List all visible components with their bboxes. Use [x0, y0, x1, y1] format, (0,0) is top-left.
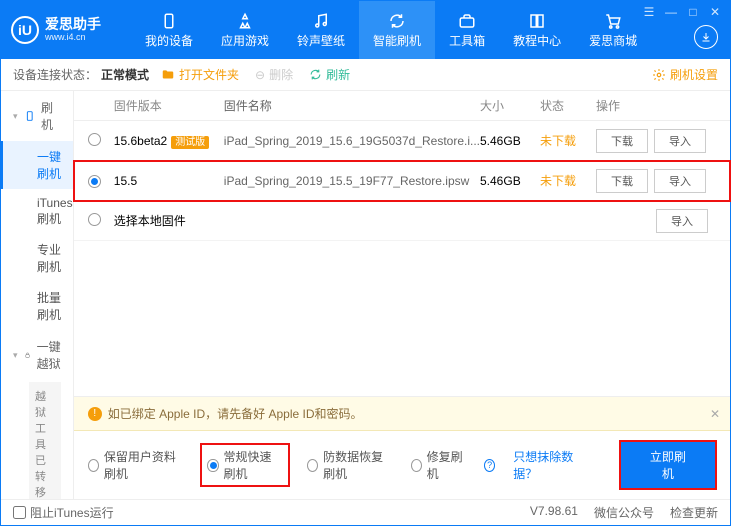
nav-apps[interactable]: 应用游戏 — [207, 1, 283, 59]
chevron-down-icon: ▾ — [13, 111, 18, 122]
phone-icon — [24, 109, 36, 123]
logo: iU 爱思助手 www.i4.cn — [11, 16, 101, 44]
download-button[interactable]: 下载 — [596, 169, 648, 193]
table-row[interactable]: 15.6beta2测试版 iPad_Spring_2019_15.6_19G50… — [74, 121, 730, 161]
logo-icon: iU — [11, 16, 39, 44]
sidebar-pro-flash[interactable]: 专业刷机 — [1, 234, 73, 282]
import-button[interactable]: 导入 — [656, 209, 708, 233]
brand-name: 爱思助手 — [45, 17, 101, 32]
main-content: 固件版本 固件名称 大小 状态 操作 15.6beta2测试版 iPad_Spr… — [74, 91, 730, 499]
menu-button[interactable]: ☰ — [642, 5, 656, 19]
delete-icon: ⊖ — [255, 68, 265, 82]
table-header: 固件版本 固件名称 大小 状态 操作 — [74, 91, 730, 121]
minimize-button[interactable]: — — [664, 5, 678, 19]
row-radio[interactable] — [88, 133, 101, 146]
download-indicator-icon[interactable] — [694, 25, 718, 49]
group-flash[interactable]: ▾刷机 — [1, 91, 73, 141]
maximize-button[interactable]: □ — [686, 5, 700, 19]
mode-quick[interactable]: 常规快速刷机 — [201, 444, 289, 486]
refresh-icon — [309, 68, 322, 81]
sidebar-batch-flash[interactable]: 批量刷机 — [1, 282, 73, 330]
block-itunes-checkbox[interactable]: 阻止iTunes运行 — [13, 504, 114, 521]
appleid-alert: ! 如已绑定 Apple ID，请先备好 Apple ID和密码。 ✕ — [74, 397, 730, 431]
close-button[interactable]: ✕ — [708, 5, 722, 19]
folder-icon — [161, 68, 175, 82]
import-button[interactable]: 导入 — [654, 169, 706, 193]
sidebar-itunes-flash[interactable]: iTunes刷机 — [1, 189, 73, 234]
wechat-link[interactable]: 微信公众号 — [594, 504, 654, 521]
flash-settings-button[interactable]: 刷机设置 — [652, 66, 718, 83]
nav-store[interactable]: 爱思商城 — [575, 1, 651, 59]
refresh-icon — [388, 12, 406, 30]
check-update-link[interactable]: 检查更新 — [670, 504, 718, 521]
gear-icon — [652, 68, 666, 82]
flash-options: 保留用户资料刷机 常规快速刷机 防数据恢复刷机 修复刷机 ? 只想抹除数据？ 立… — [74, 431, 730, 499]
cart-icon — [604, 12, 622, 30]
nav-flash[interactable]: 智能刷机 — [359, 1, 435, 59]
app-icon — [236, 12, 254, 30]
chevron-down-icon: ▾ — [13, 350, 18, 361]
sidebar-oneclick-flash[interactable]: 一键刷机 — [1, 141, 73, 189]
jailbreak-note: 越狱工具已转移至工具箱 — [29, 382, 61, 499]
import-button[interactable]: 导入 — [654, 129, 706, 153]
app-header: iU 爱思助手 www.i4.cn 我的设备 应用游戏 铃声壁纸 智能刷机 工具… — [1, 1, 730, 59]
refresh-button[interactable]: 刷新 — [309, 66, 350, 83]
top-nav: 我的设备 应用游戏 铃声壁纸 智能刷机 工具箱 教程中心 爱思商城 — [131, 1, 651, 59]
group-jailbreak[interactable]: ▾一键越狱 — [1, 330, 73, 380]
delete-button[interactable]: ⊖删除 — [255, 66, 293, 83]
nav-ringtones[interactable]: 铃声壁纸 — [283, 1, 359, 59]
sidebar: ▾刷机 一键刷机 iTunes刷机 专业刷机 批量刷机 ▾一键越狱 越狱工具已转… — [1, 91, 74, 499]
connection-status: 设备连接状态：正常模式 — [1, 59, 149, 90]
flash-now-button[interactable]: 立即刷机 — [620, 441, 716, 489]
warning-icon: ! — [88, 407, 102, 421]
open-folder-button[interactable]: 打开文件夹 — [161, 66, 239, 83]
info-icon[interactable]: ? — [484, 459, 495, 472]
version-label: V7.98.61 — [530, 504, 578, 521]
row-radio[interactable] — [88, 175, 101, 188]
music-icon — [312, 12, 330, 30]
window-controls: ☰ — □ ✕ — [642, 5, 722, 19]
phone-icon — [160, 12, 178, 30]
sub-header: 设备连接状态：正常模式 打开文件夹 ⊖删除 刷新 刷机设置 — [1, 59, 730, 91]
local-firmware-row[interactable]: 选择本地固件 导入 — [74, 201, 730, 241]
row-radio[interactable] — [88, 213, 101, 226]
download-button[interactable]: 下载 — [596, 129, 648, 153]
status-bar: 阻止iTunes运行 V7.98.61 微信公众号 检查更新 — [1, 499, 730, 525]
brand-url: www.i4.cn — [45, 33, 101, 43]
nav-toolbox[interactable]: 工具箱 — [435, 1, 499, 59]
erase-link[interactable]: 只想抹除数据？ — [513, 448, 584, 482]
bottom-panel: ! 如已绑定 Apple ID，请先备好 Apple ID和密码。 ✕ 保留用户… — [74, 396, 730, 499]
mode-repair[interactable]: 修复刷机 — [411, 448, 466, 482]
mode-keep-data[interactable]: 保留用户资料刷机 — [88, 448, 184, 482]
mode-anti-recovery[interactable]: 防数据恢复刷机 — [307, 448, 393, 482]
close-icon[interactable]: ✕ — [710, 407, 720, 421]
beta-tag: 测试版 — [171, 136, 209, 149]
book-icon — [528, 12, 546, 30]
toolbox-icon — [458, 12, 476, 30]
nav-my-device[interactable]: 我的设备 — [131, 1, 207, 59]
table-row[interactable]: 15.5 iPad_Spring_2019_15.5_19F77_Restore… — [74, 161, 730, 201]
lock-icon — [24, 348, 31, 362]
nav-tutorials[interactable]: 教程中心 — [499, 1, 575, 59]
